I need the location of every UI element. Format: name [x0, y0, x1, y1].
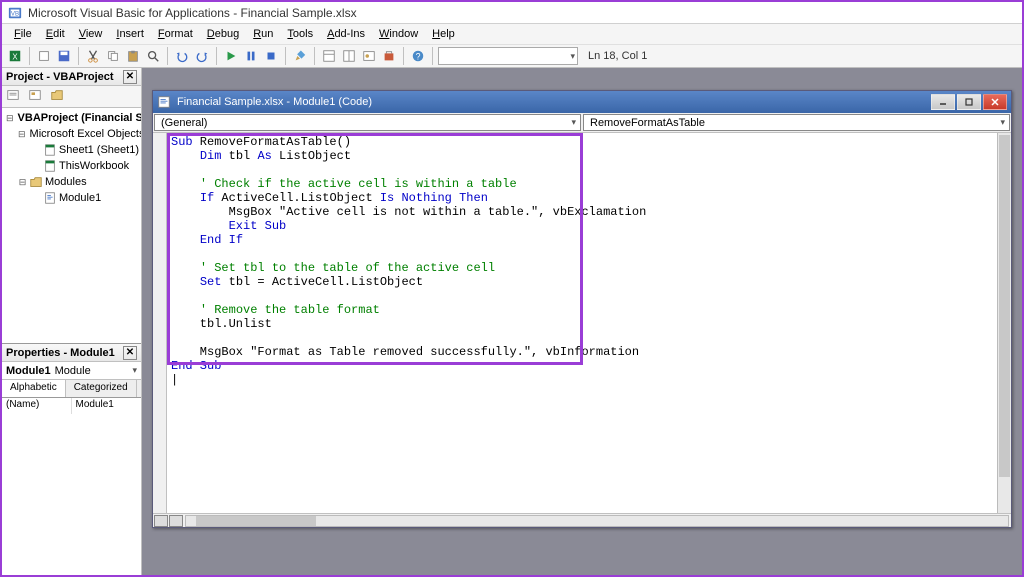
toolbar-separator	[403, 47, 404, 65]
properties-button[interactable]	[340, 47, 358, 65]
full-module-view-button[interactable]	[169, 515, 183, 527]
code-window-titlebar[interactable]: Financial Sample.xlsx - Module1 (Code)	[153, 91, 1011, 113]
properties-object-selector[interactable]: Module1 Module	[2, 362, 141, 380]
cursor-position: Ln 18, Col 1	[588, 50, 647, 62]
code-window-icon	[157, 95, 171, 109]
menu-add-ins[interactable]: Add-Ins	[321, 26, 371, 42]
code-window-dropdowns: (General) RemoveFormatAsTable	[153, 113, 1011, 133]
tab-categorized[interactable]: Categorized	[66, 380, 137, 397]
properties-pane-header: Properties - Module1 ✕	[2, 344, 141, 362]
toolbar-separator	[285, 47, 286, 65]
vba-app-icon: VB	[8, 6, 22, 20]
redo-button[interactable]	[193, 47, 211, 65]
procedure-dropdown[interactable]: RemoveFormatAsTable	[583, 114, 1010, 131]
tree-node-project[interactable]: ⊟VBAProject (Financial Sample.xlsx)	[4, 110, 139, 126]
find-button[interactable]	[144, 47, 162, 65]
code-window: Financial Sample.xlsx - Module1 (Code) (…	[152, 90, 1012, 528]
undo-button[interactable]	[173, 47, 191, 65]
view-excel-button[interactable]: X	[6, 47, 24, 65]
toolbar-separator	[216, 47, 217, 65]
tree-node-modules[interactable]: ⊟Modules	[4, 174, 139, 190]
svg-text:X: X	[12, 53, 18, 62]
project-explorer-button[interactable]	[320, 47, 338, 65]
help-button[interactable]: ?	[409, 47, 427, 65]
tree-node-thisworkbook[interactable]: ThisWorkbook	[4, 158, 139, 174]
scrollbar-thumb[interactable]	[999, 135, 1010, 477]
properties-pane-close-button[interactable]: ✕	[123, 346, 137, 360]
toolbar-separator	[29, 47, 30, 65]
procedure-combo[interactable]	[438, 47, 578, 65]
tree-node-module1[interactable]: Module1	[4, 190, 139, 206]
horizontal-scrollbar[interactable]	[185, 515, 1009, 527]
project-pane-header: Project - VBAProject ✕	[2, 68, 141, 86]
reset-button[interactable]	[262, 47, 280, 65]
scrollbar-thumb[interactable]	[196, 516, 316, 526]
properties-pane: Properties - Module1 ✕ Module1 Module Al…	[2, 343, 141, 575]
toolbox-button[interactable]	[380, 47, 398, 65]
object-dropdown[interactable]: (General)	[154, 114, 581, 131]
insert-button[interactable]	[35, 47, 53, 65]
toolbar-separator	[314, 47, 315, 65]
properties-grid[interactable]: (Name)Module1	[2, 398, 141, 575]
vertical-scrollbar[interactable]	[997, 133, 1011, 513]
view-code-button[interactable]	[6, 88, 24, 106]
procedure-view-button[interactable]	[154, 515, 168, 527]
toolbar-separator	[432, 47, 433, 65]
svg-text:?: ?	[416, 52, 421, 62]
mdi-area: Financial Sample.xlsx - Module1 (Code) (…	[142, 68, 1022, 575]
code-editor[interactable]: Sub RemoveFormatAsTable() Dim tbl As Lis…	[167, 133, 997, 513]
break-button[interactable]	[242, 47, 260, 65]
tree-node-sheet1[interactable]: Sheet1 (Sheet1)	[4, 142, 139, 158]
project-tree[interactable]: ⊟VBAProject (Financial Sample.xlsx) ⊟Mic…	[2, 108, 141, 343]
menu-tools[interactable]: Tools	[281, 26, 319, 42]
cut-button[interactable]	[84, 47, 102, 65]
code-window-footer	[153, 513, 1011, 527]
menu-format[interactable]: Format	[152, 26, 199, 42]
main-toolbar: X ? Ln 18, Col 1	[2, 44, 1022, 68]
save-button[interactable]	[55, 47, 73, 65]
properties-pane-title: Properties - Module1	[6, 347, 115, 359]
menu-debug[interactable]: Debug	[201, 26, 245, 42]
minimize-button[interactable]	[931, 94, 955, 110]
menu-edit[interactable]: Edit	[40, 26, 71, 42]
left-panel: Project - VBAProject ✕ ⊟VBAProject (Fina…	[2, 68, 142, 575]
titlebar: VB Microsoft Visual Basic for Applicatio…	[2, 2, 1022, 24]
project-pane-close-button[interactable]: ✕	[123, 70, 137, 84]
menu-view[interactable]: View	[73, 26, 109, 42]
toolbar-separator	[78, 47, 79, 65]
paste-button[interactable]	[124, 47, 142, 65]
code-window-title: Financial Sample.xlsx - Module1 (Code)	[177, 96, 372, 108]
menu-run[interactable]: Run	[247, 26, 279, 42]
menubar: FileEditViewInsertFormatDebugRunToolsAdd…	[2, 24, 1022, 44]
maximize-button[interactable]	[957, 94, 981, 110]
close-button[interactable]	[983, 94, 1007, 110]
menu-help[interactable]: Help	[426, 26, 461, 42]
tab-alphabetic[interactable]: Alphabetic	[2, 380, 66, 397]
svg-text:VB: VB	[11, 10, 19, 17]
view-object-button[interactable]	[28, 88, 46, 106]
run-button[interactable]	[222, 47, 240, 65]
menu-insert[interactable]: Insert	[110, 26, 150, 42]
app-title: Microsoft Visual Basic for Applications …	[28, 6, 357, 20]
design-mode-button[interactable]	[291, 47, 309, 65]
project-pane-title: Project - VBAProject	[6, 71, 114, 83]
menu-file[interactable]: File	[8, 26, 38, 42]
copy-button[interactable]	[104, 47, 122, 65]
toggle-folders-button[interactable]	[50, 88, 68, 106]
property-row[interactable]: (Name)Module1	[2, 398, 141, 414]
properties-tabs: Alphabetic Categorized	[2, 380, 141, 398]
code-margin[interactable]	[153, 133, 167, 513]
menu-window[interactable]: Window	[373, 26, 424, 42]
toolbar-separator	[167, 47, 168, 65]
object-browser-button[interactable]	[360, 47, 378, 65]
project-pane-toolbar	[2, 86, 141, 108]
tree-node-excel-objects[interactable]: ⊟Microsoft Excel Objects	[4, 126, 139, 142]
code-editor-body: Sub RemoveFormatAsTable() Dim tbl As Lis…	[153, 133, 1011, 513]
